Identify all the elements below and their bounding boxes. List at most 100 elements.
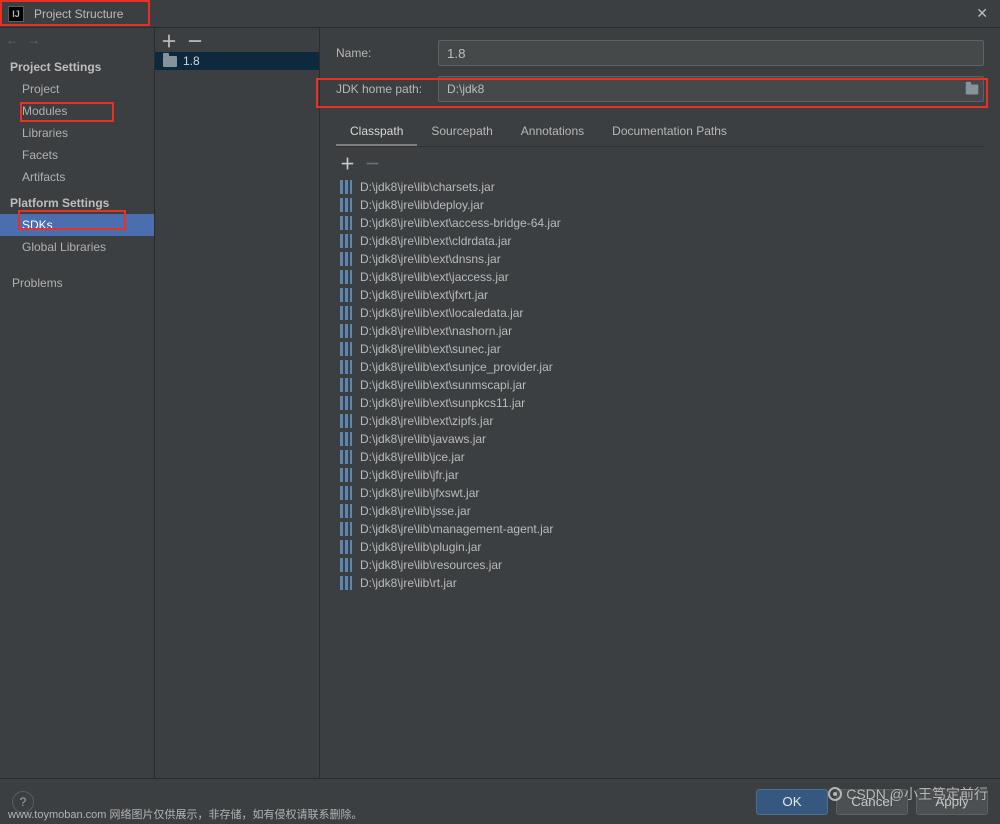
classpath-entry-path: D:\jdk8\jre\lib\plugin.jar xyxy=(360,540,481,554)
classpath-entry[interactable]: D:\jdk8\jre\lib\deploy.jar xyxy=(336,196,984,214)
nav-history: ← → xyxy=(0,28,154,52)
category-project-settings: Project Settings xyxy=(0,52,154,78)
ok-button[interactable]: OK xyxy=(756,789,828,815)
nav-artifacts[interactable]: Artifacts xyxy=(0,166,154,188)
remove-classpath-button[interactable]: － xyxy=(365,153,380,174)
classpath-entry[interactable]: D:\jdk8\jre\lib\charsets.jar xyxy=(336,178,984,196)
classpath-entry-path: D:\jdk8\jre\lib\rt.jar xyxy=(360,576,457,590)
classpath-entry[interactable]: D:\jdk8\jre\lib\resources.jar xyxy=(336,556,984,574)
category-platform-settings: Platform Settings xyxy=(0,188,154,214)
classpath-entry-path: D:\jdk8\jre\lib\ext\localedata.jar xyxy=(360,306,523,320)
classpath-entry[interactable]: D:\jdk8\jre\lib\rt.jar xyxy=(336,574,984,592)
classpath-entry-path: D:\jdk8\jre\lib\javaws.jar xyxy=(360,432,486,446)
classpath-entry-path: D:\jdk8\jre\lib\jsse.jar xyxy=(360,504,471,518)
classpath-entry[interactable]: D:\jdk8\jre\lib\jfr.jar xyxy=(336,466,984,484)
remove-sdk-button[interactable]: － xyxy=(187,28,203,52)
classpath-entry[interactable]: D:\jdk8\jre\lib\ext\localedata.jar xyxy=(336,304,984,322)
jar-icon xyxy=(340,486,352,500)
nav-project[interactable]: Project xyxy=(0,78,154,100)
jar-icon xyxy=(340,450,352,464)
tab-sourcepath[interactable]: Sourcepath xyxy=(417,118,506,146)
tab-classpath[interactable]: Classpath xyxy=(336,118,417,146)
classpath-entry-path: D:\jdk8\jre\lib\ext\sunmscapi.jar xyxy=(360,378,526,392)
classpath-entry-path: D:\jdk8\jre\lib\jfr.jar xyxy=(360,468,459,482)
classpath-entry-path: D:\jdk8\jre\lib\ext\zipfs.jar xyxy=(360,414,493,428)
classpath-list[interactable]: D:\jdk8\jre\lib\charsets.jar D:\jdk8\jre\… xyxy=(336,178,984,778)
sidebar: ← → Project Settings Project Modules Lib… xyxy=(0,28,155,778)
classpath-entry[interactable]: D:\jdk8\jre\lib\ext\sunec.jar xyxy=(336,340,984,358)
classpath-entry[interactable]: D:\jdk8\jre\lib\ext\jaccess.jar xyxy=(336,268,984,286)
add-sdk-button[interactable]: ＋ xyxy=(161,28,177,52)
classpath-entry[interactable]: D:\jdk8\jre\lib\ext\sunmscapi.jar xyxy=(336,376,984,394)
classpath-entry-path: D:\jdk8\jre\lib\ext\cldrdata.jar xyxy=(360,234,511,248)
classpath-entry[interactable]: D:\jdk8\jre\lib\jfxswt.jar xyxy=(336,484,984,502)
jar-icon xyxy=(340,576,352,590)
sdk-item-label: 1.8 xyxy=(183,54,200,68)
classpath-entry[interactable]: D:\jdk8\jre\lib\management-agent.jar xyxy=(336,520,984,538)
classpath-entry[interactable]: D:\jdk8\jre\lib\ext\access-bridge-64.jar xyxy=(336,214,984,232)
jar-icon xyxy=(340,216,352,230)
jdk-home-label: JDK home path: xyxy=(336,82,428,96)
sdk-item[interactable]: 1.8 xyxy=(155,52,319,70)
folder-icon xyxy=(163,56,177,67)
jar-icon xyxy=(340,432,352,446)
classpath-entry-path: D:\jdk8\jre\lib\ext\jfxrt.jar xyxy=(360,288,488,302)
titlebar: IJ Project Structure ✕ xyxy=(0,0,1000,28)
jar-icon xyxy=(340,198,352,212)
classpath-entry[interactable]: D:\jdk8\jre\lib\ext\sunpkcs11.jar xyxy=(336,394,984,412)
jar-icon xyxy=(340,252,352,266)
classpath-entry[interactable]: D:\jdk8\jre\lib\ext\sunjce_provider.jar xyxy=(336,358,984,376)
classpath-entry[interactable]: D:\jdk8\jre\lib\ext\jfxrt.jar xyxy=(336,286,984,304)
classpath-entry-path: D:\jdk8\jre\lib\ext\sunpkcs11.jar xyxy=(360,396,525,410)
tabs: Classpath Sourcepath Annotations Documen… xyxy=(336,118,984,147)
window-title: Project Structure xyxy=(34,7,972,21)
cancel-button[interactable]: Cancel xyxy=(836,789,908,815)
nav-modules[interactable]: Modules xyxy=(0,100,154,122)
nav-global-libraries[interactable]: Global Libraries xyxy=(0,236,154,258)
classpath-entry-path: D:\jdk8\jre\lib\resources.jar xyxy=(360,558,502,572)
jar-icon xyxy=(340,522,352,536)
classpath-entry[interactable]: D:\jdk8\jre\lib\jsse.jar xyxy=(336,502,984,520)
footer: ? OK Cancel Apply xyxy=(0,778,1000,824)
tab-documentation-paths[interactable]: Documentation Paths xyxy=(598,118,741,146)
jar-icon xyxy=(340,180,352,194)
classpath-entry[interactable]: D:\jdk8\jre\lib\ext\cldrdata.jar xyxy=(336,232,984,250)
jdk-home-input[interactable] xyxy=(439,77,961,101)
classpath-entry-path: D:\jdk8\jre\lib\ext\access-bridge-64.jar xyxy=(360,216,561,230)
classpath-entry[interactable]: D:\jdk8\jre\lib\ext\zipfs.jar xyxy=(336,412,984,430)
jar-icon xyxy=(340,306,352,320)
classpath-entry[interactable]: D:\jdk8\jre\lib\javaws.jar xyxy=(336,430,984,448)
tab-annotations[interactable]: Annotations xyxy=(507,118,598,146)
browse-folder-icon[interactable] xyxy=(961,84,983,95)
classpath-entry[interactable]: D:\jdk8\jre\lib\jce.jar xyxy=(336,448,984,466)
jar-icon xyxy=(340,360,352,374)
sdk-list-panel: ＋ － 1.8 xyxy=(155,28,320,778)
jar-icon xyxy=(340,270,352,284)
help-button[interactable]: ? xyxy=(12,791,34,813)
jar-icon xyxy=(340,414,352,428)
classpath-entry[interactable]: D:\jdk8\jre\lib\ext\nashorn.jar xyxy=(336,322,984,340)
jar-icon xyxy=(340,504,352,518)
nav-facets[interactable]: Facets xyxy=(0,144,154,166)
add-classpath-button[interactable]: ＋ xyxy=(340,153,355,174)
classpath-entry-path: D:\jdk8\jre\lib\deploy.jar xyxy=(360,198,484,212)
name-input[interactable] xyxy=(438,40,984,66)
classpath-entry[interactable]: D:\jdk8\jre\lib\plugin.jar xyxy=(336,538,984,556)
app-icon: IJ xyxy=(8,6,24,22)
nav-sdks[interactable]: SDKs xyxy=(0,214,154,236)
jar-icon xyxy=(340,288,352,302)
nav-libraries[interactable]: Libraries xyxy=(0,122,154,144)
close-icon[interactable]: ✕ xyxy=(972,5,992,22)
back-icon[interactable]: ← xyxy=(6,33,18,47)
apply-button[interactable]: Apply xyxy=(916,789,988,815)
jar-icon xyxy=(340,468,352,482)
jar-icon xyxy=(340,540,352,554)
forward-icon[interactable]: → xyxy=(28,33,40,47)
jar-icon xyxy=(340,378,352,392)
details-panel: Name: JDK home path: Classpath Sourcepat… xyxy=(320,28,1000,778)
classpath-entry-path: D:\jdk8\jre\lib\ext\dnsns.jar xyxy=(360,252,501,266)
nav-problems[interactable]: Problems xyxy=(0,272,154,294)
classpath-entry-path: D:\jdk8\jre\lib\ext\jaccess.jar xyxy=(360,270,509,284)
classpath-entry-path: D:\jdk8\jre\lib\ext\sunjce_provider.jar xyxy=(360,360,553,374)
classpath-entry[interactable]: D:\jdk8\jre\lib\ext\dnsns.jar xyxy=(336,250,984,268)
